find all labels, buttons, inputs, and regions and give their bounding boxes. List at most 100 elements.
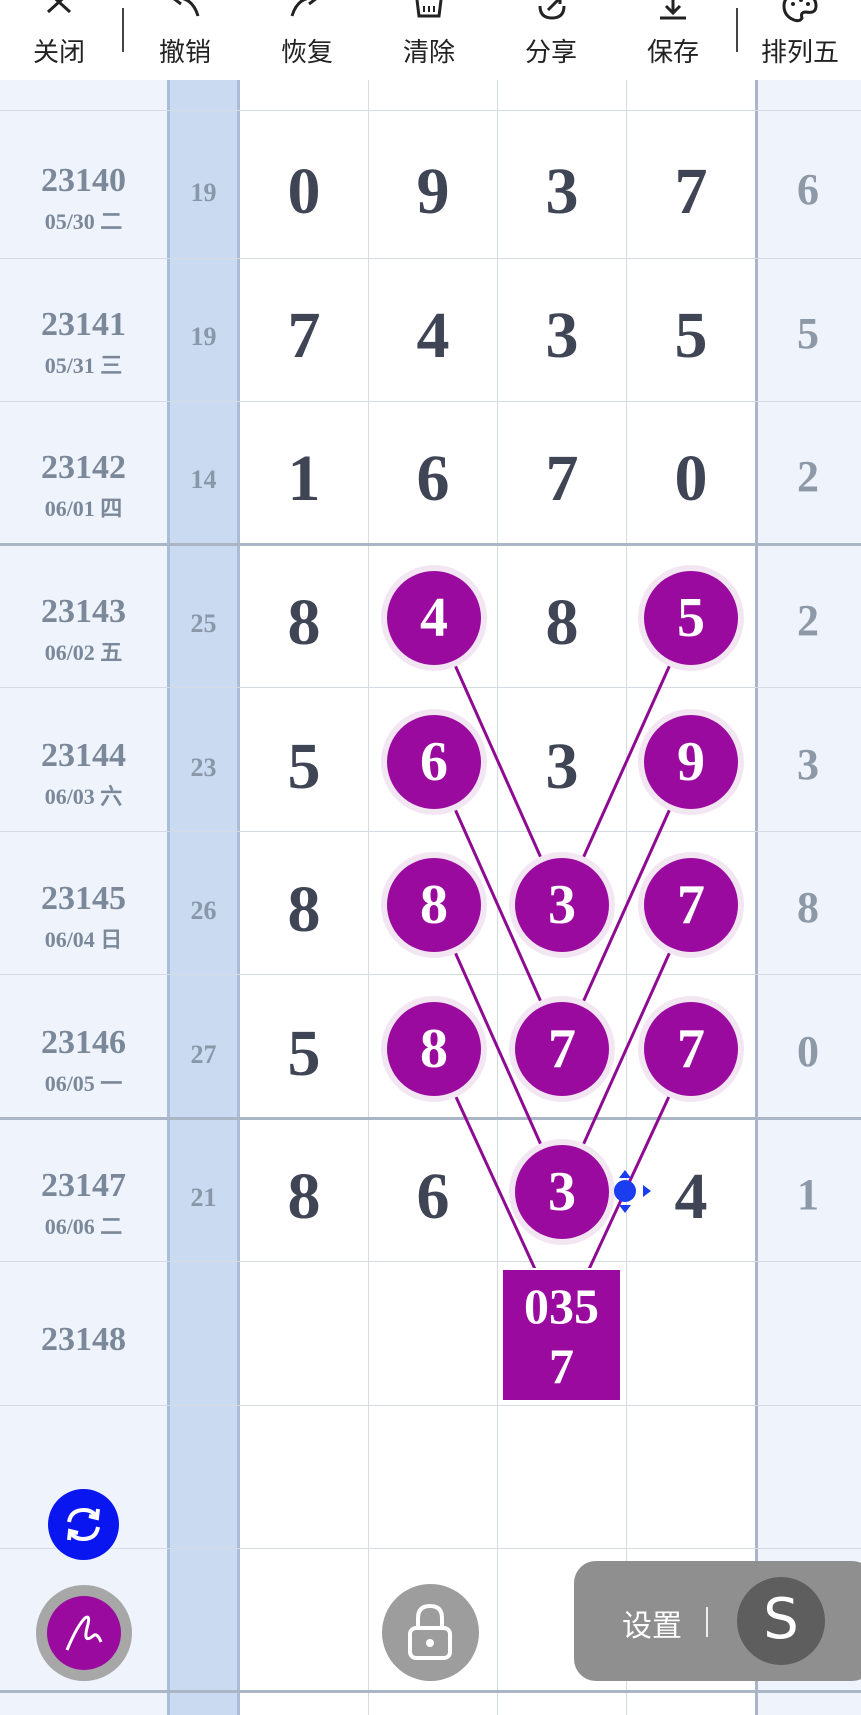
draw-row: 23141 05/31 三 19 7 4 3 5 5 xyxy=(0,268,861,411)
digit-1: 8 xyxy=(287,1160,321,1233)
sum-value: 21 xyxy=(190,1183,217,1212)
highlight-circle[interactable]: 7 xyxy=(644,1002,738,1096)
digit-1: 8 xyxy=(287,586,321,659)
settings-panel[interactable]: 设置 S xyxy=(574,1561,861,1681)
digit-3: 8 xyxy=(545,586,579,659)
share-button[interactable]: 分享 xyxy=(496,0,606,80)
draw-row: 23140 05/30 二 19 0 9 3 7 6 xyxy=(0,124,861,267)
sum-value: 23 xyxy=(190,753,217,782)
digit-3: 3 xyxy=(545,155,579,228)
digit-2: 6 xyxy=(416,1160,450,1233)
draw-row: 23142 06/01 四 14 1 6 7 0 2 xyxy=(0,411,861,554)
s-button[interactable]: S xyxy=(737,1577,825,1665)
close-button[interactable]: 关闭 xyxy=(4,0,114,80)
sum-value: 27 xyxy=(190,1040,217,1069)
refresh-icon xyxy=(67,1507,100,1542)
toolbar-divider xyxy=(736,8,738,52)
period-number: 23142 xyxy=(41,449,126,486)
digit-5: 1 xyxy=(797,1170,819,1219)
digit-2: 9 xyxy=(416,155,450,228)
period-number: 23146 xyxy=(41,1024,126,1061)
draw-row: 23147 06/06 二 21 8 6 4 1 xyxy=(0,1129,861,1272)
clear-label: 清除 xyxy=(402,38,455,68)
digit-3: 3 xyxy=(545,730,579,803)
highlight-circle[interactable]: 7 xyxy=(515,1002,609,1096)
undo-label: 撤销 xyxy=(158,38,211,68)
digit-1: 7 xyxy=(287,299,321,372)
period-number: 23145 xyxy=(41,880,126,917)
digit-1: 5 xyxy=(287,730,321,803)
period-date: 06/05 一 xyxy=(44,1071,123,1096)
digit-1: 8 xyxy=(287,873,321,946)
save-button[interactable]: 保存 xyxy=(618,0,728,80)
digit-1: 0 xyxy=(287,155,321,228)
highlight-circle[interactable]: 8 xyxy=(387,1002,481,1096)
highlight-circle[interactable]: 4 xyxy=(387,571,481,665)
digit-2: 6 xyxy=(416,442,450,515)
digit-1: 5 xyxy=(287,1017,321,1090)
pen-scribble-icon xyxy=(65,1615,103,1651)
highlight-circle[interactable]: 3 xyxy=(515,1145,609,1239)
redo-button[interactable]: 恢复 xyxy=(252,0,362,80)
group-divider xyxy=(0,1690,861,1693)
period-date: 06/03 六 xyxy=(44,784,123,809)
toolbar-divider xyxy=(122,8,124,52)
clear-button[interactable]: 清除 xyxy=(374,0,484,80)
digit-3: 7 xyxy=(545,442,579,515)
digit-4: 0 xyxy=(674,442,708,515)
redo-label: 恢复 xyxy=(280,38,333,68)
highlight-circle[interactable]: 6 xyxy=(387,715,481,809)
download-icon xyxy=(660,0,686,20)
drag-handle[interactable] xyxy=(614,1180,636,1202)
period-date: 06/01 四 xyxy=(44,496,123,521)
next-draw-row: 23148 xyxy=(0,1273,861,1416)
lock-button[interactable] xyxy=(382,1584,479,1681)
period-date: 05/30 二 xyxy=(44,209,123,234)
period-date: 06/02 五 xyxy=(44,640,123,665)
digit-3: 3 xyxy=(545,299,579,372)
digit-5: 3 xyxy=(797,740,819,789)
sum-value: 25 xyxy=(190,609,217,638)
digit-5: 6 xyxy=(797,165,819,214)
period-number: 23140 xyxy=(41,162,126,199)
lock-icon xyxy=(408,1603,452,1660)
trash-icon xyxy=(415,0,443,18)
grid-line xyxy=(0,1548,861,1549)
undo-icon xyxy=(173,0,200,17)
lottery-type-label: 排列五 xyxy=(760,38,839,68)
digit-5: 5 xyxy=(797,309,819,358)
lottery-type-button[interactable]: 排列五 xyxy=(744,0,856,80)
close-icon xyxy=(46,0,72,14)
prediction-box[interactable]: 035 7 xyxy=(501,1268,622,1402)
palette-icon xyxy=(782,0,818,23)
redo-icon xyxy=(290,0,317,17)
sum-value: 26 xyxy=(190,896,217,925)
digit-5: 0 xyxy=(797,1027,819,1076)
highlight-circle[interactable]: 9 xyxy=(644,715,738,809)
share-label: 分享 xyxy=(524,38,577,68)
draw-tool-button[interactable] xyxy=(36,1585,132,1681)
digit-5: 2 xyxy=(797,452,819,501)
settings-divider xyxy=(706,1607,708,1637)
highlight-circle[interactable]: 7 xyxy=(644,858,738,952)
refresh-button[interactable] xyxy=(48,1489,119,1560)
undo-button[interactable]: 撤销 xyxy=(130,0,240,80)
digit-5: 8 xyxy=(797,883,819,932)
draw-tool-inner xyxy=(47,1596,121,1670)
period-number: 23144 xyxy=(41,737,126,774)
digit-2: 4 xyxy=(416,299,450,372)
highlight-circle[interactable]: 3 xyxy=(515,858,609,952)
period-number: 23148 xyxy=(41,1321,126,1358)
digit-1: 1 xyxy=(287,442,321,515)
settings-label[interactable]: 设置 xyxy=(622,1601,682,1645)
prediction-line-1: 035 xyxy=(524,1278,599,1334)
highlight-circle[interactable]: 5 xyxy=(644,571,738,665)
period-number: 23143 xyxy=(41,593,126,630)
digit-4: 5 xyxy=(674,299,708,372)
sum-value: 19 xyxy=(190,178,217,207)
highlight-circle[interactable]: 8 xyxy=(387,858,481,952)
save-label: 保存 xyxy=(646,38,699,68)
sum-value: 19 xyxy=(190,322,217,351)
grid-line xyxy=(0,110,861,111)
digit-4: 7 xyxy=(674,155,708,228)
